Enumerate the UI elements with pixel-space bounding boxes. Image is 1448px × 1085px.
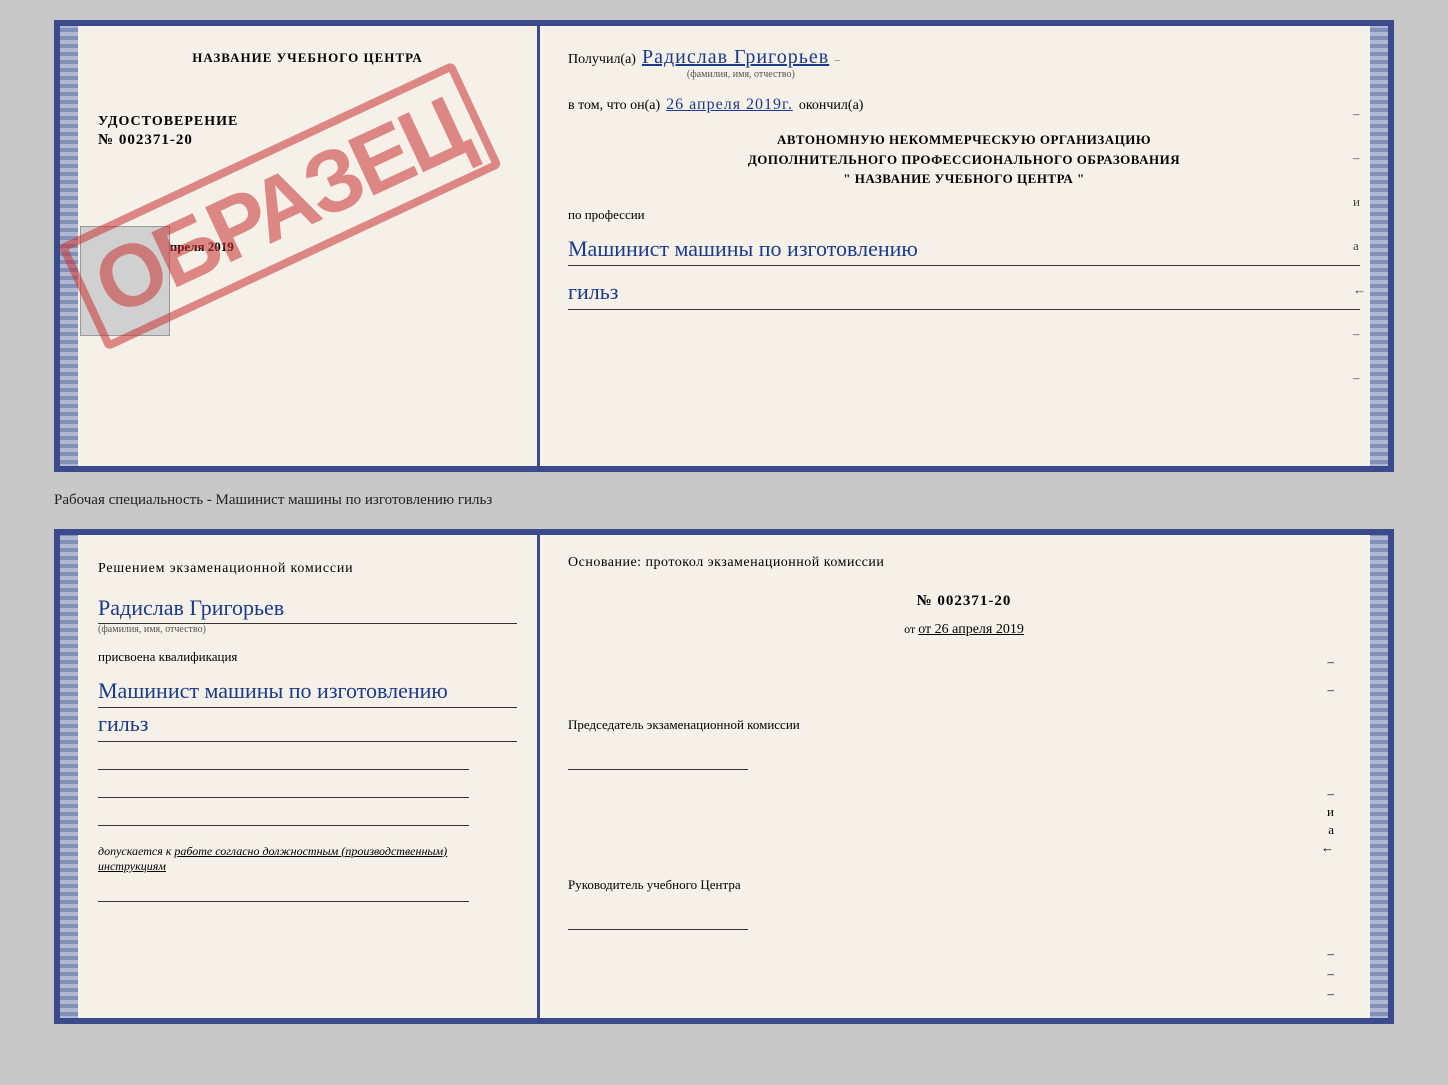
prisvoena-label: присвоена квалификация xyxy=(98,649,517,665)
top-document: НАЗВАНИЕ УЧЕБНОГО ЦЕНТРА ОБРАЗЕЦ УДОСТОВ… xyxy=(54,20,1394,472)
dopusk-prefix: допускается к xyxy=(98,844,171,858)
bottom-fio-sub: (фамилия, имя, отчество) xyxy=(98,624,517,635)
dash9: – xyxy=(568,986,1360,1002)
okonchil-label: окончил(а) xyxy=(799,98,864,114)
osnovanie-heading: Основание: протокол экзаменационной коми… xyxy=(568,555,1360,571)
bottom-profession2: гильз xyxy=(98,710,517,742)
profession-line1: Машинист машины по изготовлению xyxy=(568,235,1360,267)
udostoverenie-label: УДОСТОВЕРЕНИЕ xyxy=(98,114,517,130)
underline1 xyxy=(98,754,469,770)
underline2 xyxy=(98,782,469,798)
protocol-date: от от 26 апреля 2019 xyxy=(568,622,1360,638)
profession-line2: гильз xyxy=(568,278,1360,310)
dash7: – xyxy=(568,946,1360,962)
dash2: – xyxy=(568,682,1360,698)
dash4: и xyxy=(568,804,1360,820)
bottom-doc-left: Решением экзаменационной комиссии Радисл… xyxy=(60,535,540,1018)
block-line1: АВТОНОМНУЮ НЕКОММЕРЧЕСКУЮ ОРГАНИЗАЦИЮ xyxy=(568,130,1360,150)
bottom-document: Решением экзаменационной комиссии Радисл… xyxy=(54,529,1394,1024)
fio-sub: (фамилия, имя, отчество) xyxy=(642,69,840,80)
bottom-profession1: Машинист машины по изготовлению xyxy=(98,677,517,709)
dopusk-text: допускается к работе согласно должностны… xyxy=(98,844,517,874)
predsedatel-label: Председатель экзаменационной комиссии xyxy=(568,716,1360,734)
po-professii-label: по профессии xyxy=(568,207,1360,223)
underline4 xyxy=(98,886,469,902)
right-center-block: АВТОНОМНУЮ НЕКОММЕРЧЕСКУЮ ОРГАНИЗАЦИЮ ДО… xyxy=(568,130,1360,189)
recipient-name: Радислав Григорьев xyxy=(642,46,829,68)
rukovoditel-signature xyxy=(568,910,748,930)
dash1: – xyxy=(568,654,1360,670)
separator-label: Рабочая специальность - Машинист машины … xyxy=(54,490,1394,511)
vtom-label: в том, что он(а) xyxy=(568,98,660,114)
dash3: – xyxy=(568,786,1360,802)
predsedatel-signature xyxy=(568,750,748,770)
dash8: – xyxy=(568,966,1360,982)
bottom-doc-right: Основание: протокол экзаменационной коми… xyxy=(540,535,1388,1018)
side-decorations: – – и а ← – – xyxy=(1353,106,1366,386)
vtom-row: в том, что он(а) 26 апреля 2019г. окончи… xyxy=(568,96,1360,114)
cert-title: НАЗВАНИЕ УЧЕБНОГО ЦЕНТРА xyxy=(98,50,517,66)
poluchil-label: Получил(а) xyxy=(568,52,636,68)
dash5: а xyxy=(568,822,1360,838)
bottom-heading: Решением экзаменационной комиссии xyxy=(98,559,517,579)
top-doc-left: НАЗВАНИЕ УЧЕБНОГО ЦЕНТРА ОБРАЗЕЦ УДОСТОВ… xyxy=(60,26,540,466)
ot-date: от 26 апреля 2019 xyxy=(918,622,1024,637)
rukovoditel-label: Руководитель учебного Центра xyxy=(568,876,1360,894)
vtom-date: 26 апреля 2019г. xyxy=(666,96,793,114)
protocol-num: № 002371-20 xyxy=(568,593,1360,610)
dash6: ← xyxy=(568,840,1360,856)
block-line2: ДОПОЛНИТЕЛЬНОГО ПРОФЕССИОНАЛЬНОГО ОБРАЗО… xyxy=(568,150,1360,170)
dash-separator: – xyxy=(835,55,840,66)
bottom-recipient-name: Радислав Григорьев xyxy=(98,595,517,624)
block-line3: " НАЗВАНИЕ УЧЕБНОГО ЦЕНТРА " xyxy=(568,169,1360,189)
cert-number: № 002371-20 xyxy=(98,132,517,149)
photo-placeholder xyxy=(80,226,170,336)
underline3 xyxy=(98,810,469,826)
poluchil-row: Получил(а) Радислав Григорьев – (фамилия… xyxy=(568,46,1360,80)
top-doc-right: Получил(а) Радислав Григорьев – (фамилия… xyxy=(540,26,1388,466)
udostoverenie-block: УДОСТОВЕРЕНИЕ № 002371-20 xyxy=(98,114,517,149)
